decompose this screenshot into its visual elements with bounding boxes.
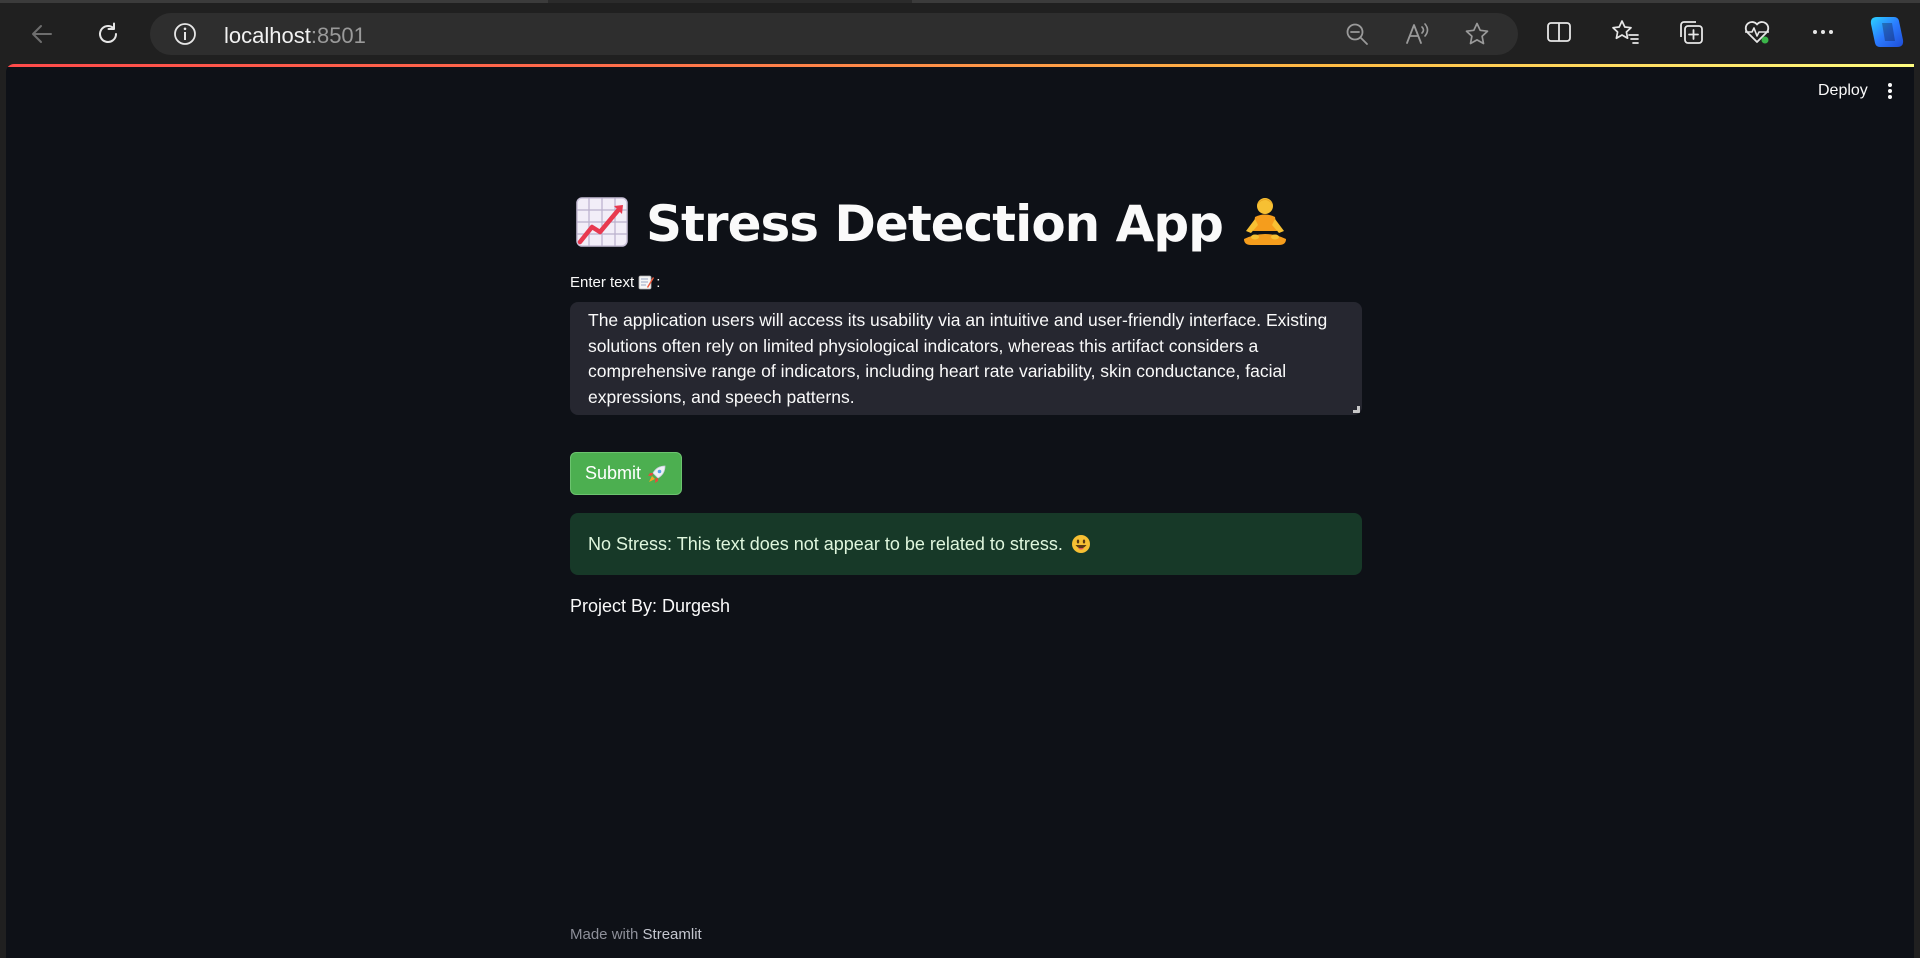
url-text[interactable]: localhost:8501 bbox=[224, 23, 366, 49]
text-input-value: The application users will access its us… bbox=[588, 310, 1328, 407]
rocket-icon bbox=[648, 465, 666, 483]
submit-button[interactable]: Submit bbox=[570, 452, 682, 495]
arrow-left-icon bbox=[32, 25, 52, 43]
project-credit: Project By: Durgesh bbox=[570, 596, 731, 616]
memo-icon bbox=[638, 275, 655, 290]
reload-button[interactable] bbox=[88, 14, 128, 54]
chart-increasing-icon bbox=[576, 197, 628, 247]
favorites-icon[interactable] bbox=[1610, 17, 1640, 47]
result-text: No Stress: This text does not appear to … bbox=[588, 533, 1063, 554]
page-title: Stress Detection App bbox=[576, 194, 1289, 254]
streamlit-link[interactable]: Streamlit bbox=[643, 926, 702, 943]
header-decoration bbox=[6, 64, 1914, 67]
main-menu-icon[interactable] bbox=[1882, 80, 1898, 102]
split-screen-icon[interactable] bbox=[1544, 17, 1574, 47]
deploy-button[interactable]: Deploy bbox=[1814, 80, 1872, 102]
input-label-suffix: : bbox=[656, 274, 661, 291]
result-alert: No Stress: This text does not appear to … bbox=[570, 513, 1362, 575]
page-viewport: Deploy Stress Detection App Enter text:… bbox=[6, 64, 1914, 958]
info-icon[interactable] bbox=[172, 21, 198, 47]
back-button[interactable] bbox=[22, 14, 62, 54]
zoom-out-icon[interactable] bbox=[1344, 21, 1370, 47]
url-host: localhost bbox=[224, 23, 311, 48]
url-port: :8501 bbox=[310, 23, 366, 48]
read-aloud-icon[interactable] bbox=[1404, 21, 1430, 47]
more-icon[interactable] bbox=[1808, 17, 1838, 47]
heartbeat-icon[interactable] bbox=[1742, 17, 1772, 47]
title-text: Stress Detection App bbox=[646, 195, 1224, 253]
browser-chrome: localhost:8501 bbox=[0, 0, 1920, 64]
submit-label: Submit bbox=[584, 463, 642, 483]
footer: Made with Streamlit bbox=[570, 926, 702, 943]
resize-handle[interactable] bbox=[1353, 406, 1360, 413]
collections-icon[interactable] bbox=[1676, 17, 1706, 47]
smiley-icon bbox=[1071, 535, 1090, 553]
reload-icon bbox=[99, 22, 117, 43]
footer-made-with: Made with bbox=[570, 926, 639, 943]
text-input-label: Enter text : bbox=[570, 274, 660, 291]
address-bar[interactable]: localhost:8501 bbox=[150, 13, 1518, 55]
person-lotus-icon bbox=[1243, 198, 1286, 245]
input-label-text: Enter text bbox=[570, 274, 635, 291]
tab-strip bbox=[0, 0, 1920, 3]
copilot-icon[interactable] bbox=[1868, 14, 1906, 50]
star-icon[interactable] bbox=[1464, 21, 1490, 47]
text-input-area[interactable]: The application users will access its us… bbox=[570, 302, 1362, 415]
